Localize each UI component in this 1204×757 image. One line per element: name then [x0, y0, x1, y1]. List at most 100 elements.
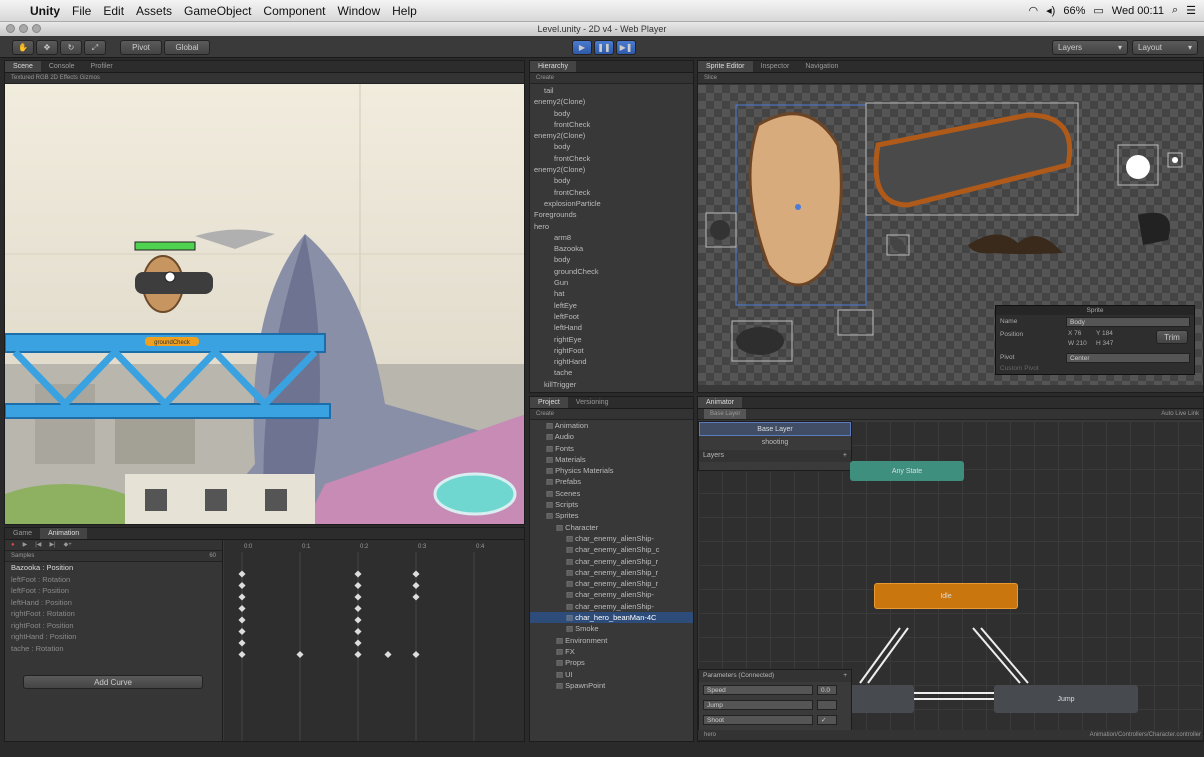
hierarchy-item[interactable]: enemy2(Clone): [530, 164, 693, 175]
node-jump[interactable]: Jump: [994, 685, 1138, 713]
tab-hierarchy[interactable]: Hierarchy: [530, 61, 576, 72]
samples-field[interactable]: 60: [209, 551, 216, 561]
keyframe[interactable]: [238, 581, 246, 590]
project-item[interactable]: ▤ Sprites: [530, 510, 693, 521]
param-row[interactable]: Jump: [699, 697, 851, 712]
keyframe[interactable]: [238, 593, 246, 601]
hierarchy-item[interactable]: arm8: [530, 232, 693, 243]
project-item[interactable]: ▤ char_enemy_alienShip_r: [530, 578, 693, 589]
add-key-icon[interactable]: ◆+: [64, 540, 72, 550]
play-button[interactable]: ▶: [572, 40, 592, 55]
hierarchy-item[interactable]: leftEye: [530, 300, 693, 311]
hierarchy-create[interactable]: Create: [530, 73, 693, 84]
keyframe[interactable]: [354, 616, 362, 624]
hierarchy-item[interactable]: tail: [530, 85, 693, 96]
wifi-icon[interactable]: ◠: [1029, 4, 1039, 17]
pivot-handle[interactable]: [795, 204, 801, 210]
anim-property[interactable]: leftHand : Position: [5, 597, 222, 609]
anim-property[interactable]: Bazooka : Position: [5, 562, 222, 574]
tab-navigation[interactable]: Navigation: [797, 61, 846, 72]
project-item[interactable]: ▤ Fonts: [530, 443, 693, 454]
keyframe[interactable]: [238, 639, 246, 647]
menu-component[interactable]: Component: [263, 4, 325, 18]
move-tool-button[interactable]: ✥: [36, 40, 58, 55]
add-param-icon[interactable]: +: [843, 670, 847, 682]
hierarchy-item[interactable]: enemy2(Clone): [530, 130, 693, 141]
battery-status[interactable]: 66%: [1063, 5, 1085, 17]
project-item[interactable]: ▤ char_enemy_alienShip_r: [530, 556, 693, 567]
anim-property[interactable]: rightHand : Position: [5, 631, 222, 643]
node-shoot[interactable]: [850, 685, 914, 713]
param-value[interactable]: [817, 699, 837, 710]
project-item[interactable]: ▤ Props: [530, 657, 693, 668]
project-item[interactable]: ▤ Character: [530, 522, 693, 533]
tab-versioning[interactable]: Versioning: [568, 397, 617, 408]
keyframe[interactable]: [354, 570, 362, 578]
hierarchy-item[interactable]: leftHand: [530, 322, 693, 333]
breadcrumb[interactable]: Base Layer: [704, 409, 747, 419]
pause-button[interactable]: ❚❚: [594, 40, 614, 55]
name-field[interactable]: Body: [1066, 317, 1190, 327]
project-item[interactable]: ▤ Scenes: [530, 488, 693, 499]
anim-property[interactable]: tache : Rotation: [5, 643, 222, 655]
project-item[interactable]: ▤ char_enemy_alienShip_r: [530, 567, 693, 578]
project-item[interactable]: ▤ Prefabs: [530, 476, 693, 487]
project-item[interactable]: ▤ Animation: [530, 420, 693, 431]
project-item[interactable]: ▤ Physics Materials: [530, 465, 693, 476]
transition-line[interactable]: [867, 627, 909, 684]
keyframe[interactable]: [354, 581, 362, 590]
anim-property[interactable]: leftFoot : Position: [5, 585, 222, 597]
pivot-toggle[interactable]: Pivot: [120, 40, 162, 55]
param-name[interactable]: Speed: [703, 684, 813, 695]
layout-dropdown[interactable]: Layout ▾: [1132, 40, 1198, 55]
keyframe[interactable]: [238, 570, 246, 578]
play-anim-icon[interactable]: ▶: [23, 540, 28, 550]
autolive-toggle[interactable]: Auto Live Link: [1161, 409, 1199, 419]
project-item[interactable]: ▤ char_enemy_alienShip-: [530, 533, 693, 544]
spotlight-icon[interactable]: ⌕: [1172, 4, 1178, 17]
param-value[interactable]: ✓: [817, 714, 837, 725]
keyframe[interactable]: [412, 650, 420, 659]
param-name[interactable]: Jump: [703, 699, 813, 710]
tab-game[interactable]: Game: [5, 528, 40, 539]
hierarchy-item[interactable]: body: [530, 141, 693, 152]
hierarchy-item[interactable]: Foregrounds: [530, 209, 693, 220]
hierarchy-item[interactable]: Bazooka: [530, 243, 693, 254]
keyframe[interactable]: [354, 627, 362, 636]
hierarchy-item[interactable]: rightEye: [530, 334, 693, 345]
keyframe[interactable]: [238, 604, 246, 613]
node-idle[interactable]: Idle: [874, 583, 1018, 609]
keyframe[interactable]: [354, 650, 362, 659]
animator-graph[interactable]: Base Layer shooting Layers + Any State Id…: [698, 421, 1203, 731]
project-item[interactable]: ▤ UI: [530, 669, 693, 680]
add-curve-button[interactable]: Add Curve: [23, 675, 203, 689]
project-item[interactable]: ▤ char_enemy_alienShip_c: [530, 544, 693, 555]
hierarchy-item[interactable]: body: [530, 175, 693, 186]
menu-gameobject[interactable]: GameObject: [184, 4, 251, 18]
hierarchy-item[interactable]: enemy2(Clone): [530, 96, 693, 107]
project-item[interactable]: ▤ char_enemy_alienShip-: [530, 601, 693, 612]
record-icon[interactable]: ●: [11, 540, 15, 550]
global-toggle[interactable]: Global: [164, 40, 210, 55]
hierarchy-item[interactable]: rightFoot: [530, 345, 693, 356]
anim-property[interactable]: rightFoot : Rotation: [5, 608, 222, 620]
scene-subbar[interactable]: Textured RGB 2D Effects Gizmos: [5, 73, 524, 84]
hierarchy-item[interactable]: tache: [530, 367, 693, 378]
keyframe[interactable]: [238, 650, 246, 659]
project-item[interactable]: ▤ char_enemy_alienShip-: [530, 589, 693, 600]
zoom-window-button[interactable]: [32, 24, 41, 33]
minimize-window-button[interactable]: [19, 24, 28, 33]
menu-window[interactable]: Window: [337, 4, 380, 18]
pivot-dropdown[interactable]: Center: [1066, 353, 1190, 363]
anim-property[interactable]: leftFoot : Rotation: [5, 574, 222, 586]
rotate-tool-button[interactable]: ↻: [60, 40, 82, 55]
tab-scene[interactable]: Scene: [5, 61, 41, 72]
project-item[interactable]: ▤ FX: [530, 646, 693, 657]
param-name[interactable]: Shoot: [703, 714, 813, 725]
project-item[interactable]: ▤ Smoke: [530, 623, 693, 634]
tab-animator[interactable]: Animator: [698, 397, 743, 408]
project-item[interactable]: ▤ Audio: [530, 431, 693, 442]
slice-button[interactable]: Slice: [698, 73, 1203, 84]
tab-profiler[interactable]: Profiler: [83, 61, 121, 72]
keyframe[interactable]: [412, 570, 420, 578]
